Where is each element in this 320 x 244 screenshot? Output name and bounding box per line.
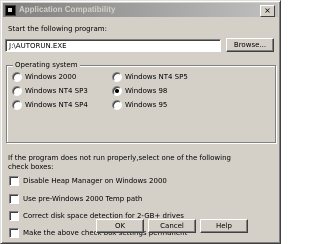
checkbox[interactable] xyxy=(9,194,19,204)
radio-button[interactable] xyxy=(112,100,122,110)
operating-system-legend: Operating system xyxy=(13,61,80,69)
radio-label: Windows 2000 xyxy=(25,73,77,81)
radio-label: Windows NT4 SP3 xyxy=(25,87,88,95)
program-path-field[interactable]: J:\AUTORUN.EXE xyxy=(5,39,221,52)
checkbox[interactable] xyxy=(9,211,19,221)
instructions-line-2: check boxes: xyxy=(8,163,54,171)
checkbox[interactable] xyxy=(9,228,19,238)
window-title: Application Compatibility xyxy=(19,5,116,14)
operating-system-group: Operating system Windows 2000 Windows NT… xyxy=(6,61,276,143)
close-button[interactable]: × xyxy=(260,5,275,17)
radio-button[interactable] xyxy=(112,72,122,82)
radio-button[interactable] xyxy=(12,86,22,96)
ok-button[interactable]: OK xyxy=(96,219,144,233)
radio-button[interactable] xyxy=(112,86,122,96)
application-icon xyxy=(5,5,16,16)
radio-label: Windows NT4 SP5 xyxy=(125,73,188,81)
help-button[interactable]: Help xyxy=(200,219,248,233)
checkbox-label: Use pre-Windows 2000 Temp path xyxy=(23,195,143,203)
radio-button[interactable] xyxy=(12,72,22,82)
app-compat-dialog: Application Compatibility × Start the fo… xyxy=(0,0,281,244)
radio-label: Windows 95 xyxy=(125,101,168,109)
cancel-button[interactable]: Cancel xyxy=(148,219,196,233)
radio-label: Windows 98 xyxy=(125,87,168,95)
title-bar[interactable]: Application Compatibility × xyxy=(3,3,278,17)
instructions-line-1: If the program does not run properly,sel… xyxy=(8,154,231,162)
browse-button[interactable]: Browse... xyxy=(226,38,274,52)
program-prompt-label: Start the following program: xyxy=(8,25,107,33)
radio-label: Windows NT4 SP4 xyxy=(25,101,88,109)
radio-button[interactable] xyxy=(12,100,22,110)
checkbox-label: Disable Heap Manager on Windows 2000 xyxy=(23,177,167,185)
checkbox[interactable] xyxy=(9,176,19,186)
